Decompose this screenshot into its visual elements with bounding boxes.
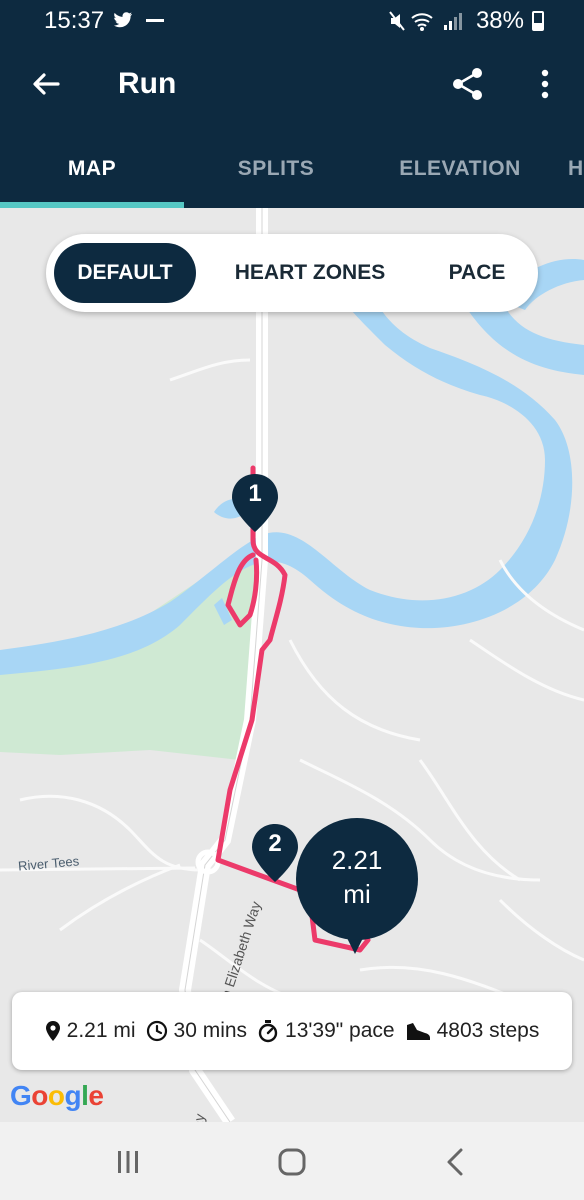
map-canvas	[0, 208, 584, 1122]
map-view[interactable]: River Tees Queen Elizabeth Way Myton Way	[0, 208, 584, 1122]
home-icon[interactable]	[272, 1142, 312, 1182]
app-bar: Run	[0, 40, 584, 130]
stat-steps-value: 4803 steps	[436, 1019, 540, 1042]
distance-bubble: 2.21 mi	[296, 818, 418, 940]
notification-icons	[114, 12, 164, 28]
location-pin-icon	[45, 1021, 60, 1041]
back-icon[interactable]	[436, 1142, 476, 1182]
arrow-left-icon[interactable]	[26, 64, 66, 104]
more-vertical-icon[interactable]	[530, 64, 560, 104]
page-title: Run	[118, 67, 177, 100]
distance-value: 2.21	[331, 845, 383, 875]
stat-distance-value: 2.21 mi	[66, 1019, 136, 1042]
status-time: 15:37	[44, 7, 105, 34]
system-nav-bar	[0, 1122, 584, 1200]
split-number: 1	[248, 480, 262, 507]
split-marker-1[interactable]: 1	[230, 472, 280, 534]
split-number: 2	[268, 830, 282, 857]
distance-unit: mi	[343, 879, 371, 909]
tab-heart-rate[interactable]: H	[568, 130, 584, 208]
stat-distance: 2.21 mi	[45, 1019, 136, 1043]
stat-duration-value: 30 mins	[173, 1019, 248, 1042]
minus-icon	[146, 19, 164, 22]
google-logo: Google	[10, 1080, 104, 1111]
stat-steps: 4803 steps	[405, 1019, 540, 1043]
status-right: 38%	[388, 7, 544, 35]
map-mode-default[interactable]: DEFAULT	[54, 243, 196, 303]
twitter-icon	[114, 12, 132, 28]
battery-icon	[532, 11, 544, 31]
stat-pace: 13'39" pace	[257, 1019, 395, 1043]
tab-bar: MAP SPLITS ELEVATION H	[0, 130, 584, 208]
share-icon[interactable]	[448, 64, 488, 104]
status-bar: 15:37 38%	[0, 0, 584, 40]
split-marker-2[interactable]: 2	[250, 822, 300, 884]
recent-apps-icon[interactable]	[108, 1142, 148, 1182]
river-tees	[0, 300, 573, 675]
map-mode-pace[interactable]: PACE	[424, 243, 530, 303]
tab-elevation[interactable]: ELEVATION	[368, 130, 552, 208]
mute-icon	[389, 11, 405, 31]
stopwatch-icon	[258, 1020, 278, 1043]
signal-icon	[443, 13, 462, 30]
battery-percent: 38%	[475, 7, 524, 34]
system-icons	[389, 11, 462, 31]
map-mode-toggle: DEFAULT HEART ZONES PACE	[46, 234, 538, 312]
clock-icon	[146, 1020, 167, 1042]
tab-map[interactable]: MAP	[0, 130, 184, 208]
stat-pace-value: 13'39" pace	[285, 1019, 395, 1042]
wifi-icon	[411, 13, 433, 31]
tab-splits[interactable]: SPLITS	[184, 130, 368, 208]
shoe-icon	[406, 1023, 430, 1040]
stats-card: 2.21 mi 30 mins 13'39" pace 4803 steps	[12, 992, 572, 1070]
stat-duration: 30 mins	[146, 1019, 248, 1043]
map-mode-heart-zones[interactable]: HEART ZONES	[218, 243, 402, 303]
